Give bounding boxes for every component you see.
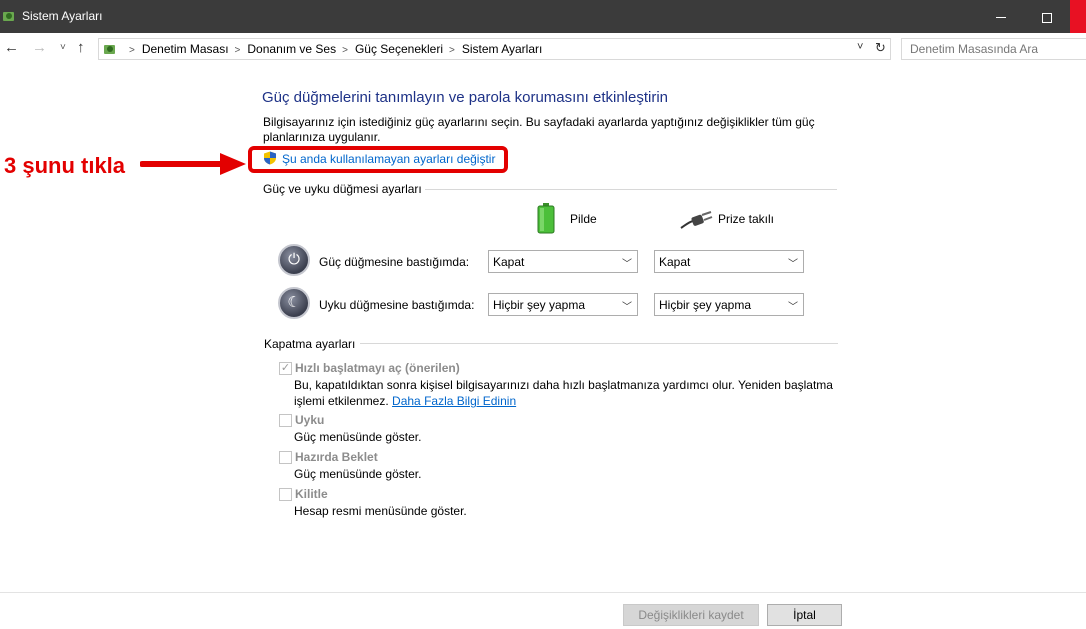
breadcrumb-item[interactable]: Donanım ve Ses xyxy=(247,42,336,56)
section-divider xyxy=(425,189,837,190)
breadcrumb-item[interactable]: Denetim Masası xyxy=(142,42,229,56)
lock-checkbox[interactable] xyxy=(279,488,292,501)
sleep-option-label: Uyku xyxy=(295,413,325,427)
power-section-title: Güç ve uyku düğmesi ayarları xyxy=(263,182,422,196)
hibernate-checkbox[interactable] xyxy=(279,451,292,464)
forward-arrow-icon[interactable]: → xyxy=(32,39,47,56)
select-value: Hiçbir şey yapma xyxy=(659,298,752,312)
chevron-down-icon: ﹀ xyxy=(622,302,632,313)
sleep-button-battery-select[interactable]: Hiçbir şey yapma ﹀ xyxy=(488,293,638,316)
column-header-battery: Pilde xyxy=(570,212,597,226)
breadcrumb-chevron-icon: > xyxy=(449,45,455,56)
column-header-plugged-in: Prize takılı xyxy=(718,212,775,226)
section-divider xyxy=(360,343,838,344)
power-button-icon: ⏻ xyxy=(278,244,310,276)
recent-locations-chevron-icon[interactable]: ˅ xyxy=(60,42,66,53)
lock-option-description: Hesap resmi menüsünde göster. xyxy=(294,504,467,518)
breadcrumb-chevron-icon: > xyxy=(129,45,135,56)
control-panel-icon xyxy=(3,12,14,21)
sleep-button-icon: ☾ xyxy=(278,287,310,319)
sleep-button-label: Uyku düğmesine bastığımda: xyxy=(319,298,475,312)
page-description: Bilgisayarınız için istediğiniz güç ayar… xyxy=(263,115,815,144)
sleep-option-description: Güç menüsünde göster. xyxy=(294,430,422,444)
back-arrow-icon[interactable]: ← xyxy=(4,39,19,56)
address-dropdown-icon[interactable]: ˅ xyxy=(857,41,863,53)
hibernate-option-label: Hazırda Beklet xyxy=(295,450,378,464)
hibernate-option-description: Güç menüsünde göster. xyxy=(294,467,422,481)
fast-startup-desc-line: Bu, kapatıldıktan sonra kişisel bilgisay… xyxy=(294,378,833,392)
learn-more-link[interactable]: Daha Fazla Bilgi Edinin xyxy=(392,394,516,408)
up-arrow-icon[interactable]: ↑ xyxy=(77,39,85,56)
select-value: Kapat xyxy=(659,255,691,269)
chevron-down-icon: ﹀ xyxy=(788,302,798,313)
breadcrumb-chevron-icon: > xyxy=(342,45,348,56)
title-bar: Sistem Ayarları xyxy=(0,0,1086,33)
page-title: Güç düğmelerini tanımlayın ve parola kor… xyxy=(262,89,669,106)
window-title: Sistem Ayarları xyxy=(22,9,103,23)
fast-startup-label: Hızlı başlatmayı aç (önerilen) xyxy=(295,361,460,375)
footer-divider xyxy=(0,592,1086,593)
minimize-icon xyxy=(996,17,1006,19)
address-bar[interactable]: > Denetim Masası > Donanım ve Ses > Güç Seçen… xyxy=(98,38,891,60)
maximize-button[interactable] xyxy=(1024,0,1070,33)
select-value: Hiçbir şey yapma xyxy=(493,298,586,312)
power-button-label: Güç düğmesine bastığımda: xyxy=(319,255,470,269)
fast-startup-desc-line: işlemi etkilenmez. Daha Fazla Bilgi Edin… xyxy=(294,393,833,409)
select-value: Kapat xyxy=(493,255,525,269)
search-input[interactable]: Denetim Masasında Ara xyxy=(901,38,1086,60)
breadcrumb-chevron-icon: > xyxy=(234,45,241,56)
shutdown-section-title: Kapatma ayarları xyxy=(264,337,356,351)
power-plug-icon xyxy=(680,211,713,229)
navigation-bar: ← → ˅ ↑ > Denetim Masası > Donanım ve Ses > G… xyxy=(0,33,1086,65)
sleep-checkbox[interactable] xyxy=(279,414,292,427)
save-changes-button[interactable]: Değişiklikleri kaydet xyxy=(623,604,759,626)
annotation-arrow-icon xyxy=(140,153,246,175)
power-button-battery-select[interactable]: Kapat ﹀ xyxy=(488,250,638,273)
chevron-down-icon: ﹀ xyxy=(622,259,632,270)
breadcrumb-item[interactable]: Sistem Ayarları xyxy=(462,42,542,56)
chevron-down-icon: ﹀ xyxy=(788,259,798,270)
power-button-plugged-select[interactable]: Kapat ﹀ xyxy=(654,250,804,273)
fast-startup-desc-text: işlemi etkilenmez. xyxy=(294,394,389,408)
refresh-icon[interactable]: ↻ xyxy=(875,40,886,56)
fast-startup-description: Bu, kapatıldıktan sonra kişisel bilgisay… xyxy=(294,377,833,409)
battery-icon xyxy=(537,203,555,234)
fast-startup-checkbox[interactable]: ✓ xyxy=(279,362,292,375)
minimize-button[interactable] xyxy=(978,0,1024,33)
breadcrumb: > Denetim Masası > Donanım ve Ses > Güç Seçen… xyxy=(123,42,542,56)
breadcrumb-item[interactable]: Güç Seçenekleri xyxy=(355,42,443,56)
lock-option-label: Kilitle xyxy=(295,487,328,501)
annotation-label: 3 şunu tıkla xyxy=(4,153,126,178)
control-panel-icon xyxy=(104,45,115,54)
annotation-highlight-box xyxy=(248,146,508,173)
cancel-button[interactable]: İptal xyxy=(767,604,842,626)
maximize-icon xyxy=(1042,12,1052,23)
sleep-button-plugged-select[interactable]: Hiçbir şey yapma ﹀ xyxy=(654,293,804,316)
close-button[interactable] xyxy=(1070,0,1086,33)
